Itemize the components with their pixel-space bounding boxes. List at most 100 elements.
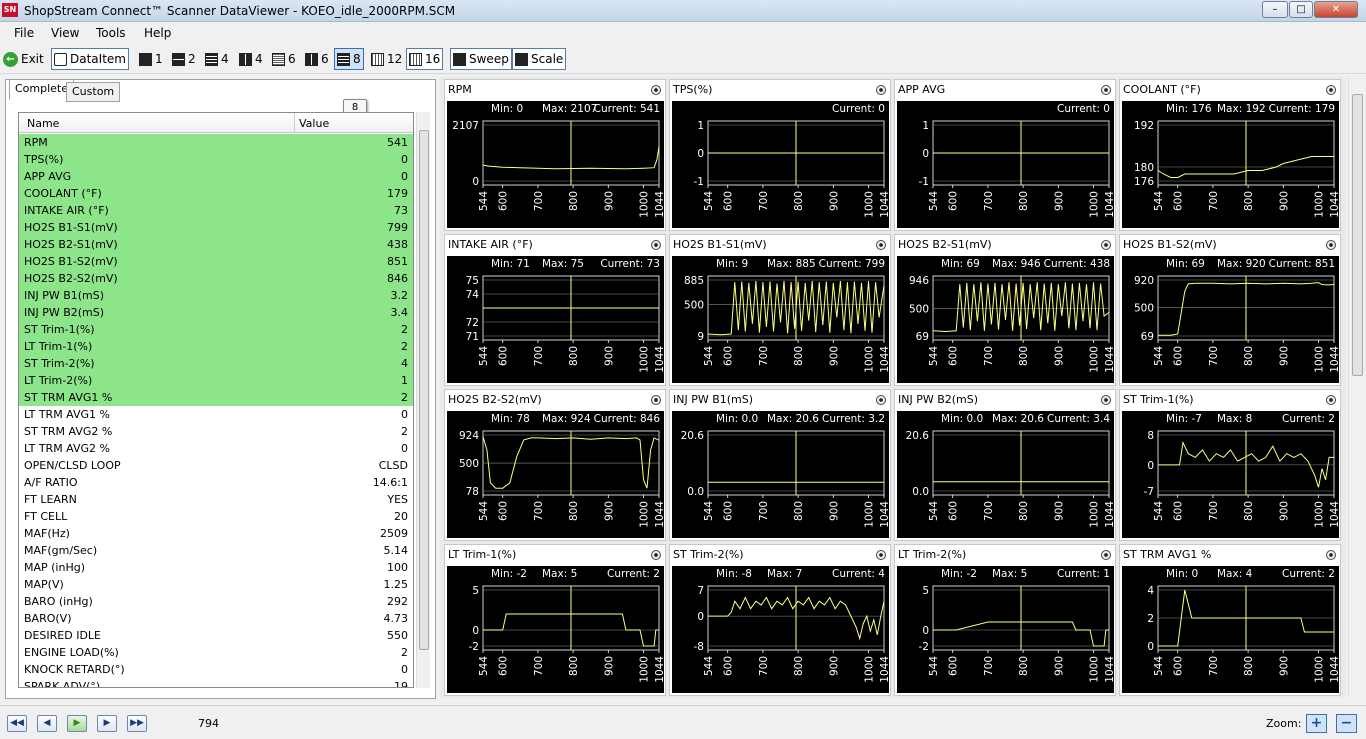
graph-panel[interactable]: HO2S B1-S1(mV) Min: 9 Max: 885 Current: 799… [669, 234, 891, 386]
graph-options-icon[interactable] [876, 395, 886, 405]
graph-options-icon[interactable] [1326, 85, 1336, 95]
graph-options-icon[interactable] [651, 240, 661, 250]
table-row[interactable]: LT Trim-2(%) 1 [19, 372, 413, 389]
graph-options-icon[interactable] [876, 85, 886, 95]
graph-scrollbar-thumb[interactable] [1352, 94, 1363, 376]
table-row[interactable]: ST TRM AVG1 % 2 [19, 389, 413, 406]
graph-options-icon[interactable] [651, 85, 661, 95]
table-row[interactable]: INJ PW B2(mS) 3.4 [19, 304, 413, 321]
graph-panel[interactable]: INJ PW B1(mS) Min: 0.0 Max: 20.6 Current: 3… [669, 389, 891, 541]
graph-panel[interactable]: ST Trim-2(%) Min: -8 Max: 7 Current: 4 7 0 -8 5… [669, 544, 891, 696]
graph-options-icon[interactable] [1101, 395, 1111, 405]
minimize-button[interactable]: – [1262, 1, 1288, 18]
graph-panel[interactable]: TPS(%) Current: 0 1 0 -1 544 600 700 800 900 1000 1… [669, 79, 891, 231]
zoom-in-button[interactable]: + [1306, 714, 1327, 733]
close-button[interactable]: ✕ [1314, 1, 1358, 18]
table-row[interactable]: RPM 541 [19, 134, 413, 151]
layout-2-button[interactable]: 2 [170, 48, 198, 70]
table-row[interactable]: FT LEARN YES [19, 491, 413, 508]
graph-panel[interactable]: HO2S B2-S1(mV) Min: 69 Max: 946 Current: 43… [894, 234, 1116, 386]
graph-panel[interactable]: ST Trim-1(%) Min: -7 Max: 8 Current: 2 8 0 -7 5… [1119, 389, 1341, 541]
table-row[interactable]: LT Trim-1(%) 2 [19, 338, 413, 355]
table-row[interactable]: LT TRM AVG1 % 0 [19, 406, 413, 423]
table-row[interactable]: INTAKE AIR (°F) 73 [19, 202, 413, 219]
graph-options-icon[interactable] [1101, 240, 1111, 250]
graph-panel[interactable]: APP AVG Current: 0 1 0 -1 544 600 700 800 900 1000… [894, 79, 1116, 231]
table-row[interactable]: ENGINE LOAD(%) 2 [19, 644, 413, 661]
column-separator[interactable] [294, 113, 295, 133]
maximize-button[interactable]: □ [1289, 1, 1313, 18]
graph-options-icon[interactable] [1326, 395, 1336, 405]
layout-6-grid-button[interactable]: 6 [303, 48, 331, 70]
graph-panel[interactable]: HO2S B1-S2(mV) Min: 69 Max: 920 Current: 85… [1119, 234, 1341, 386]
table-row[interactable]: MAP (inHg) 100 [19, 559, 413, 576]
table-row[interactable]: OPEN/CLSD LOOP CLSD [19, 457, 413, 474]
table-row[interactable]: KNOCK RETARD(°) 0 [19, 661, 413, 678]
table-row[interactable]: MAF(Hz) 2509 [19, 525, 413, 542]
list-scrollbar[interactable] [416, 112, 430, 688]
sweep-button[interactable]: Sweep [450, 48, 512, 70]
graph-panel[interactable]: ST TRM AVG1 % Min: 0 Max: 4 Current: 2 4 2 0 54… [1119, 544, 1341, 696]
table-row[interactable]: HO2S B2-S1(mV) 438 [19, 236, 413, 253]
graph-options-icon[interactable] [1101, 550, 1111, 560]
first-frame-button[interactable]: ◀◀ [7, 715, 27, 732]
last-frame-button[interactable]: ▶▶ [127, 715, 147, 732]
graph-options-icon[interactable] [651, 550, 661, 560]
scale-button[interactable]: Scale [512, 48, 567, 70]
list-scrollbar-thumb[interactable] [419, 130, 429, 650]
table-row[interactable]: INJ PW B1(mS) 3.2 [19, 287, 413, 304]
table-row[interactable]: A/F RATIO 14.6:1 [19, 474, 413, 491]
graph-scrollbar[interactable] [1348, 77, 1365, 695]
menu-tools[interactable]: Tools [96, 26, 126, 40]
menu-view[interactable]: View [51, 26, 79, 40]
table-row[interactable]: COOLANT (°F) 179 [19, 185, 413, 202]
layout-1-button[interactable]: 1 [137, 48, 165, 70]
graph-panel[interactable]: COOLANT (°F) Min: 176 Max: 192 Current: 179… [1119, 79, 1341, 231]
graph-options-icon[interactable] [651, 395, 661, 405]
column-header-value[interactable]: Value [299, 117, 329, 130]
table-row[interactable]: HO2S B1-S1(mV) 799 [19, 219, 413, 236]
layout-4-rows-button[interactable]: 4 [203, 48, 231, 70]
table-row[interactable]: ST TRM AVG2 % 2 [19, 423, 413, 440]
play-button[interactable]: ▶ [67, 715, 87, 732]
table-row[interactable]: LT TRM AVG2 % 0 [19, 440, 413, 457]
layout-12-button[interactable]: 12 [369, 48, 404, 70]
table-row[interactable]: FT CELL 20 [19, 508, 413, 525]
graph-panel[interactable]: INTAKE AIR (°F) Min: 71 Max: 75 Current: 73… [444, 234, 666, 386]
layout-6-rows-button[interactable]: 6 [270, 48, 298, 70]
graph-panel[interactable]: LT Trim-2(%) Min: -2 Max: 5 Current: 1 5 0 -2 5… [894, 544, 1116, 696]
layout-8-button[interactable]: 8 [334, 48, 364, 70]
exit-button[interactable]: ← Exit [1, 48, 46, 70]
table-row[interactable]: APP AVG 0 [19, 168, 413, 185]
table-row[interactable]: HO2S B1-S2(mV) 851 [19, 253, 413, 270]
menu-file[interactable]: File [14, 26, 34, 40]
table-row[interactable]: SPARK ADV(°) 19 [19, 678, 413, 687]
tab-complete[interactable]: Complete [9, 79, 75, 100]
table-row[interactable]: ST Trim-1(%) 2 [19, 321, 413, 338]
graph-panel[interactable]: LT Trim-1(%) Min: -2 Max: 5 Current: 2 5 0 -2 5… [444, 544, 666, 696]
table-row[interactable]: HO2S B2-S2(mV) 846 [19, 270, 413, 287]
table-row[interactable]: MAP(V) 1.25 [19, 576, 413, 593]
graph-panel[interactable]: INJ PW B2(mS) Min: 0.0 Max: 20.6 Current: 3… [894, 389, 1116, 541]
graph-options-icon[interactable] [1101, 85, 1111, 95]
table-row[interactable]: MAF(gm/Sec) 5.14 [19, 542, 413, 559]
zoom-out-button[interactable]: − [1336, 714, 1357, 733]
table-row[interactable]: BARO (inHg) 292 [19, 593, 413, 610]
graph-options-icon[interactable] [876, 550, 886, 560]
next-frame-button[interactable]: ▶ [97, 715, 117, 732]
graph-options-icon[interactable] [1326, 240, 1336, 250]
tab-custom[interactable]: Custom [66, 82, 121, 102]
table-row[interactable]: BARO(V) 4.73 [19, 610, 413, 627]
previous-frame-button[interactable]: ◀ [37, 715, 57, 732]
menu-help[interactable]: Help [144, 26, 171, 40]
graph-options-icon[interactable] [1326, 550, 1336, 560]
table-row[interactable]: DESIRED IDLE 550 [19, 627, 413, 644]
graph-panel[interactable]: RPM Min: 0 Max: 2107 Current: 541 2107 0 544 60… [444, 79, 666, 231]
layout-4-grid-button[interactable]: 4 [237, 48, 265, 70]
dataitem-button[interactable]: DataItem [51, 48, 129, 70]
column-header-name[interactable]: Name [27, 117, 59, 130]
graph-panel[interactable]: HO2S B2-S2(mV) Min: 78 Max: 924 Current: 84… [444, 389, 666, 541]
graph-options-icon[interactable] [876, 240, 886, 250]
layout-16-button[interactable]: 16 [406, 48, 444, 70]
table-row[interactable]: ST Trim-2(%) 4 [19, 355, 413, 372]
